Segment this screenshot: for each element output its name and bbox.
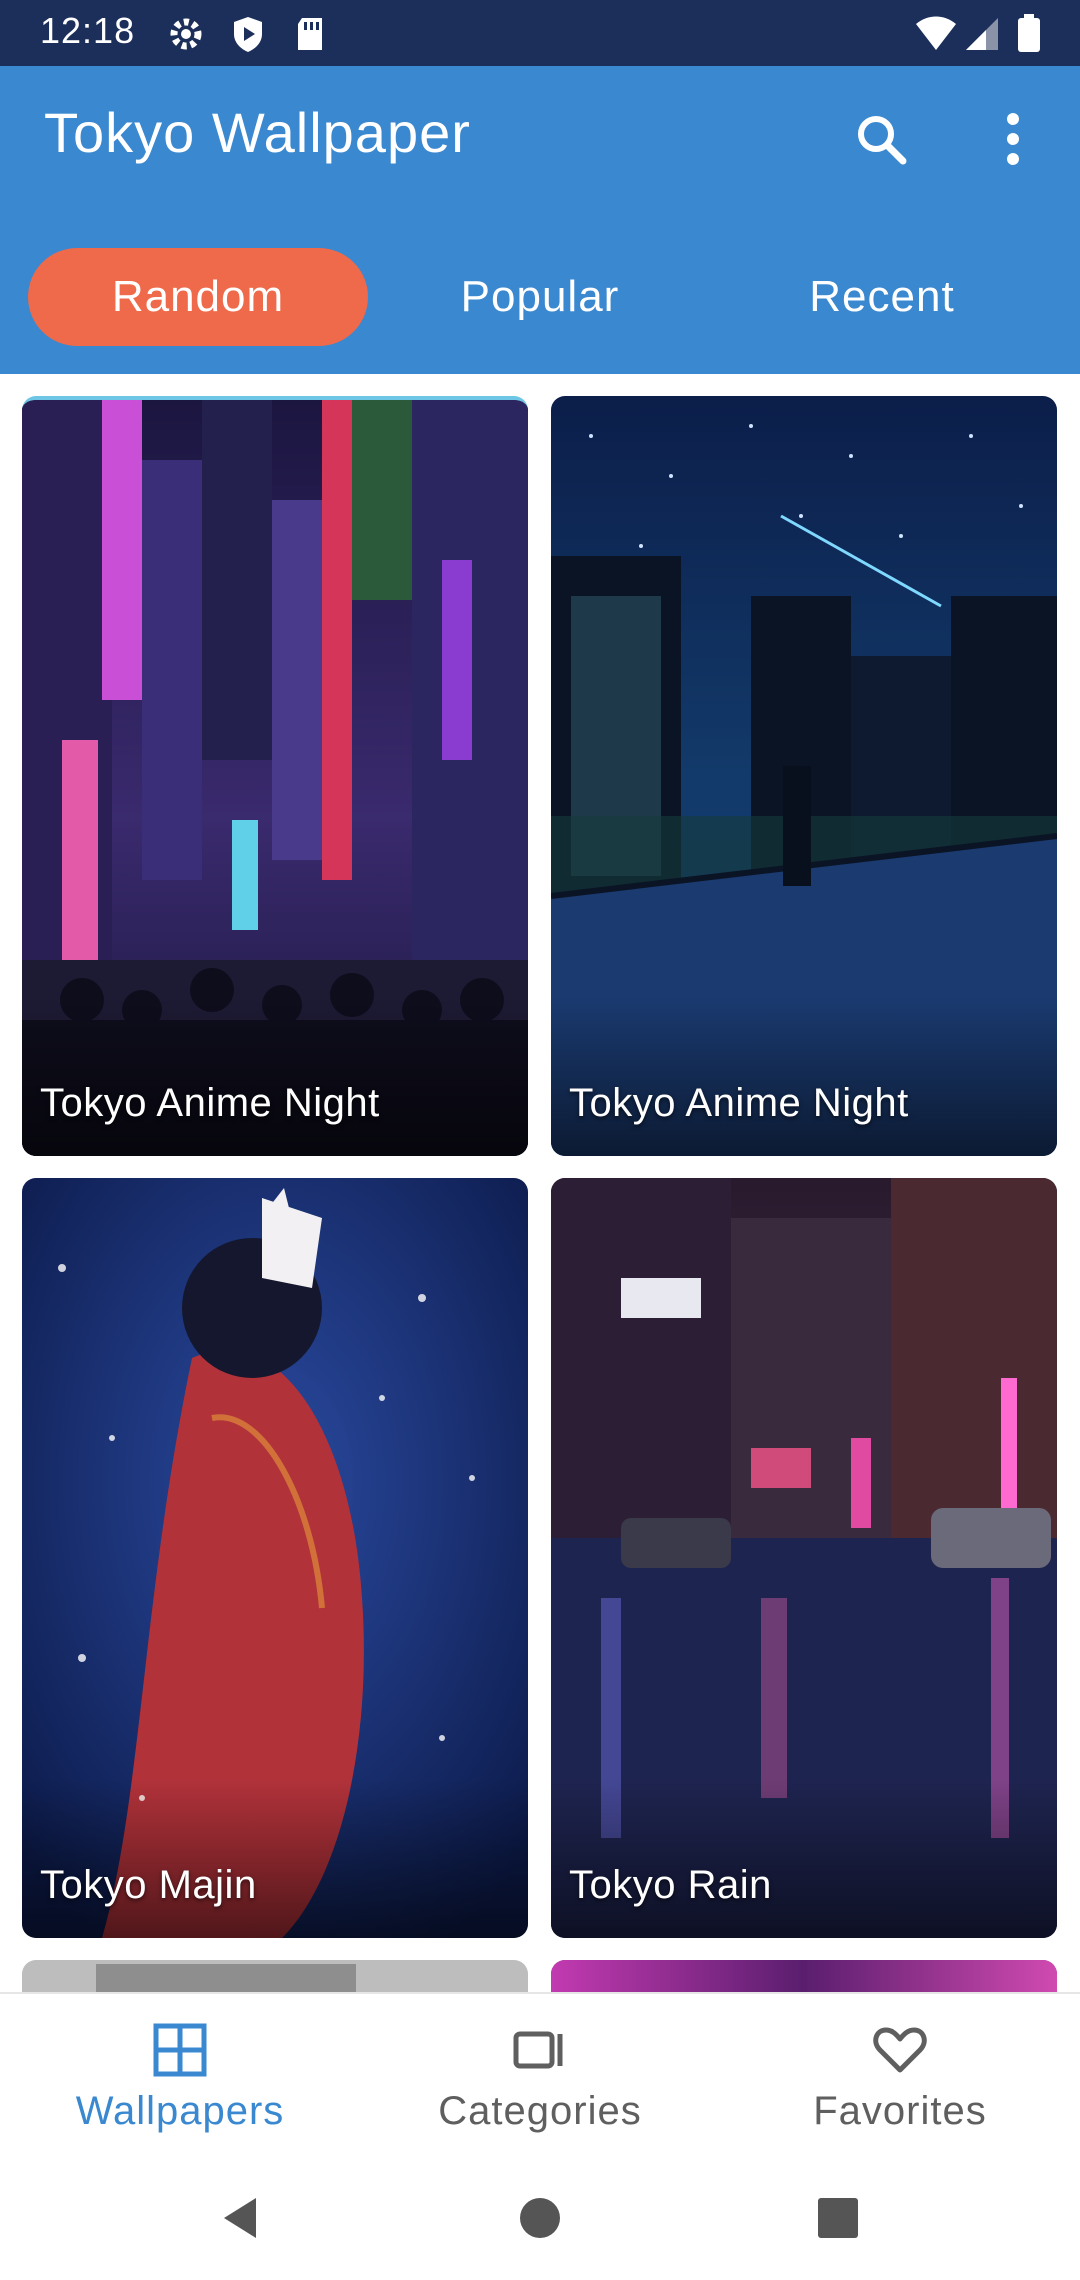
more-options-button[interactable] [978,106,1048,176]
sd-card-icon [290,14,330,54]
search-icon [853,111,909,172]
card-shade [22,1778,528,1938]
settings-icon [166,14,206,54]
cell-signal-icon [962,14,1002,54]
grid-icon [152,2022,208,2083]
app-title: Tokyo Wallpaper [44,101,471,164]
wallpaper-title: Tokyo Rain [569,1863,772,1907]
card-shade [22,996,528,1156]
app-bar: Tokyo Wallpaper Random Popular Recent [0,66,1080,374]
home-button[interactable] [508,2188,572,2252]
home-circle-icon [516,2194,564,2247]
nav-label: Favorites [813,2089,987,2133]
card-shade [551,1778,1057,1938]
nav-favorites[interactable]: Favorites [720,1994,1080,2162]
recents-square-icon [814,2194,862,2247]
more-vert-icon [1003,111,1023,172]
wallpaper-grid: Tokyo Anime Night Tokyo Anime Night Toky… [0,374,1080,1992]
tab-popular[interactable]: Popular [370,248,710,346]
wallpaper-title: Tokyo Anime Night [40,1081,380,1125]
wallpaper-card[interactable]: Tokyo Anime Night [551,396,1057,1156]
categories-icon [512,2022,568,2083]
nav-categories[interactable]: Categories [360,1994,720,2162]
heart-icon [872,2022,928,2083]
wallpaper-title: Tokyo Majin [40,1863,257,1907]
battery-icon [1014,14,1054,54]
wallpaper-card[interactable]: Tokyo Anime Night [22,396,528,1156]
wallpaper-card[interactable]: Tokyo Majin [22,1178,528,1938]
thumbnail-partial [96,1964,356,1992]
search-button[interactable] [846,106,916,176]
tab-recent[interactable]: Recent [712,248,1052,346]
wifi-icon [914,14,956,54]
thumbnail-partial [551,1960,1057,1992]
wallpaper-card[interactable]: Tokyo Rain [551,1178,1057,1938]
recents-button[interactable] [806,2188,870,2252]
back-triangle-icon [216,2194,264,2247]
status-bar: 12:18 [0,0,1080,66]
wallpaper-title: Tokyo Anime Night [569,1081,909,1125]
status-time: 12:18 [40,10,136,51]
card-shade [551,996,1057,1156]
nav-wallpapers[interactable]: Wallpapers [0,1994,360,2162]
tab-random[interactable]: Random [28,248,368,346]
shield-play-icon [228,14,268,54]
system-navigation-bar [0,2160,1080,2280]
nav-label: Categories [438,2089,642,2133]
bottom-navigation: Wallpapers Categories Favorites [0,1992,1080,2160]
back-button[interactable] [208,2188,272,2252]
nav-label: Wallpapers [75,2089,285,2133]
wallpaper-card[interactable] [551,1960,1057,1992]
wallpaper-card[interactable] [22,1960,528,1992]
